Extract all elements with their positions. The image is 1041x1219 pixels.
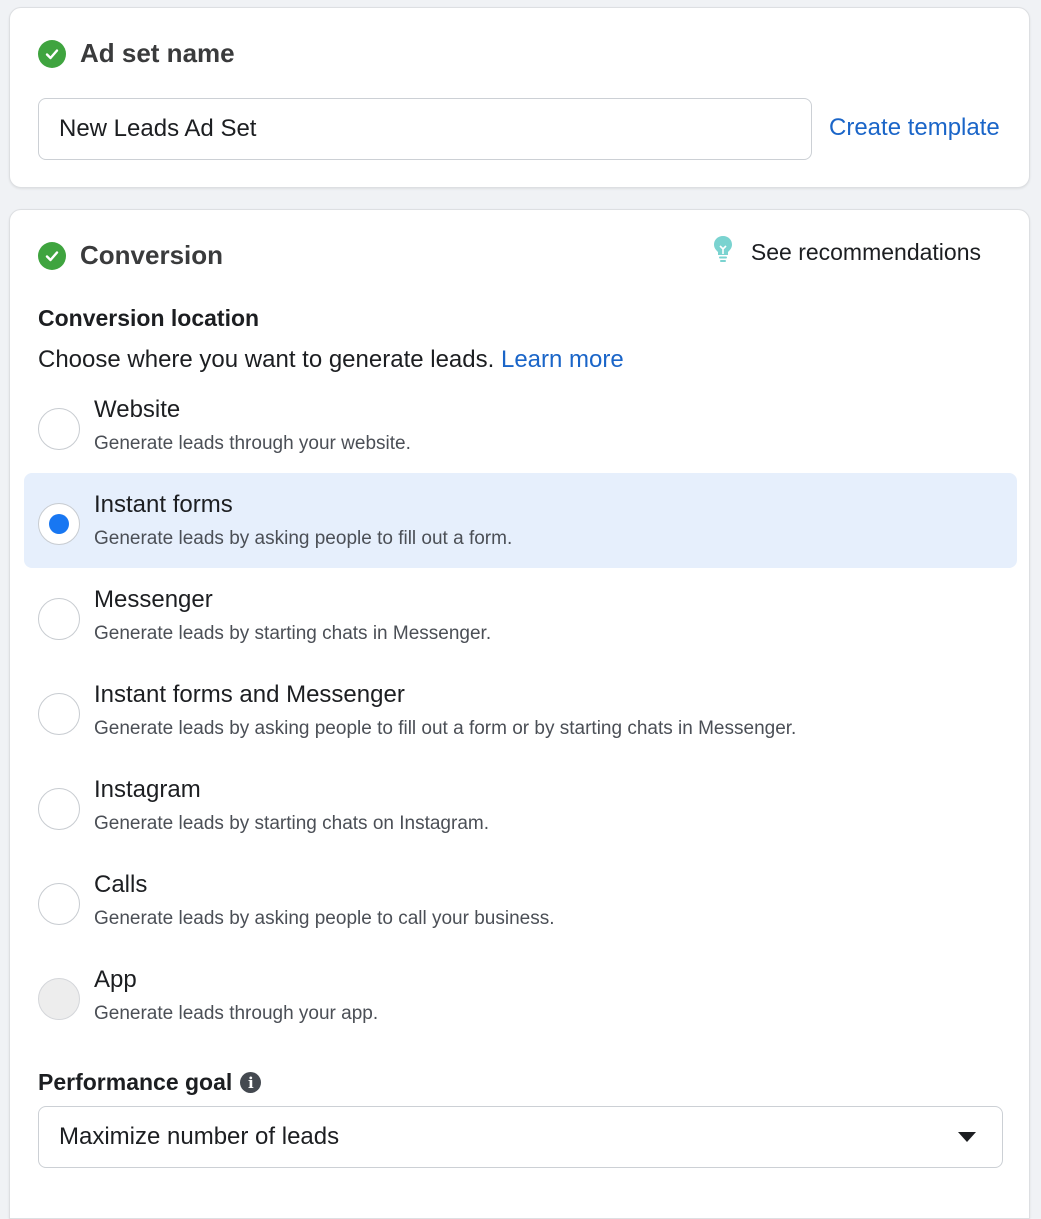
learn-more-link[interactable]: Learn more [501,346,624,373]
performance-goal-label: Performance goal [38,1069,233,1095]
performance-goal-value: Maximize number of leads [59,1123,340,1150]
option-description: Generate leads by asking people to call … [94,908,555,929]
option-label: Website [94,396,181,423]
see-recommendations-button[interactable]: See recommendations [711,234,981,270]
option-description: Generate leads by starting chats on Inst… [94,813,489,834]
option-description: Generate leads by asking people to fill … [94,528,513,549]
radio-button-disabled [38,978,80,1020]
check-circle-icon [38,39,66,68]
option-label: Instagram [94,776,201,803]
conversion-title: Conversion [80,240,224,270]
radio-button[interactable] [38,788,80,830]
option-instagram[interactable]: Instagram Generate leads by starting cha… [24,758,1017,853]
ad-set-name-card: Ad set name Create template [9,7,1030,188]
option-messenger[interactable]: Messenger Generate leads by starting cha… [24,568,1017,663]
radio-button[interactable] [38,598,80,640]
description-text: Choose where you want to generate leads. [38,346,495,373]
lightbulb-icon [711,234,735,270]
ad-set-name-title: Ad set name [80,38,235,68]
radio-button-selected[interactable] [38,503,80,545]
option-description: Generate leads through your app. [94,1003,379,1024]
option-instant-forms[interactable]: Instant forms Generate leads by asking p… [24,473,1017,568]
radio-button[interactable] [38,883,80,925]
option-label: Calls [94,871,148,898]
conversion-location-heading: Conversion location [38,305,260,331]
info-icon[interactable]: i [240,1072,262,1093]
option-instant-forms-and-messenger[interactable]: Instant forms and Messenger Generate lea… [24,663,1017,758]
option-label: Instant forms [94,491,233,518]
option-description: Generate leads by asking people to fill … [94,718,797,739]
option-website[interactable]: Website Generate leads through your webs… [24,378,1017,473]
radio-button[interactable] [38,408,80,450]
option-label: Messenger [94,586,213,613]
option-description: Generate leads by starting chats in Mess… [94,623,492,644]
performance-goal-select[interactable]: Maximize number of leads [38,1106,1003,1168]
ad-set-name-header: Ad set name [38,38,235,69]
option-label: Instant forms and Messenger [94,681,405,708]
conversion-header: Conversion [38,240,223,271]
check-circle-icon [38,241,66,270]
ad-set-name-input[interactable] [38,98,812,160]
create-template-link[interactable]: Create template [829,114,1000,142]
performance-goal-heading: Performance goal i [38,1069,262,1096]
option-app: App Generate leads through your app. [24,948,1017,1043]
option-label: App [94,966,137,993]
conversion-location-description: Choose where you want to generate leads.… [38,346,624,374]
caret-down-icon [958,1132,976,1142]
conversion-location-options: Website Generate leads through your webs… [24,378,1017,1043]
option-calls[interactable]: Calls Generate leads by asking people to… [24,853,1017,948]
radio-button[interactable] [38,693,80,735]
conversion-card: Conversion See recommendations Conversio… [9,209,1030,1219]
option-description: Generate leads through your website. [94,433,411,454]
see-recommendations-label: See recommendations [750,238,981,265]
